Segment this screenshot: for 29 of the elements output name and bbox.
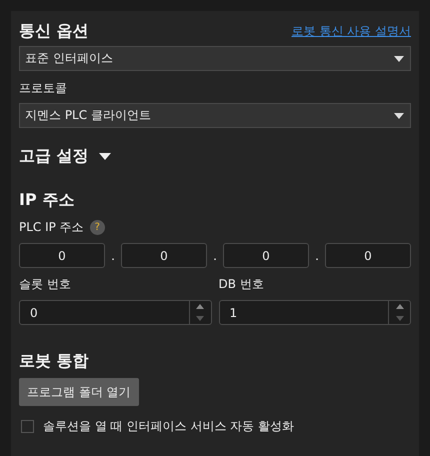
caret-icon <box>394 112 404 118</box>
ip-octet-field[interactable]: 0 <box>19 243 105 268</box>
plc-ip-label: PLC IP 주소 <box>19 218 84 236</box>
advanced-settings-toggle[interactable]: 고급 설정 <box>19 146 89 166</box>
protocol-dropdown[interactable]: 지멘스 PLC 클라이언트 <box>19 103 411 128</box>
ip-octet-field[interactable]: 0 <box>121 243 207 268</box>
manual-link[interactable]: 로봇 통신 사용 설명서 <box>292 22 411 40</box>
number-spinbox[interactable]: 0 <box>19 300 212 325</box>
increment-icon[interactable] <box>196 304 204 310</box>
ip-separator: . <box>314 248 320 262</box>
ip-separator: . <box>110 248 116 262</box>
ip-octet-field[interactable]: 0 <box>223 243 309 268</box>
ip-separator: . <box>212 248 218 262</box>
increment-icon[interactable] <box>396 304 404 310</box>
help-icon[interactable]: ? <box>90 220 105 234</box>
section-title: 로봇 통합 <box>19 351 90 372</box>
interface-dropdown[interactable]: 표준 인터페이스 <box>19 46 411 71</box>
protocol-label: 프로토콜 <box>19 80 68 97</box>
section-title: 통신 옵션 <box>19 20 89 42</box>
number-spinbox[interactable]: 1 <box>218 300 411 325</box>
field-label: 슬롯 번호 <box>19 276 72 293</box>
checkbox-label: 솔루션을 열 때 인터페이스 서비스 자동 활성화 <box>43 418 294 435</box>
caret-icon <box>394 56 404 62</box>
open-folder-button[interactable]: 프로그램 폴더 열기 <box>19 378 139 406</box>
section-title: IP 주소 <box>19 190 76 211</box>
ip-octet-field[interactable]: 0 <box>325 243 411 268</box>
checkbox[interactable] <box>21 420 34 433</box>
field-label: DB 번호 <box>218 276 265 293</box>
caret-icon[interactable] <box>98 152 111 160</box>
